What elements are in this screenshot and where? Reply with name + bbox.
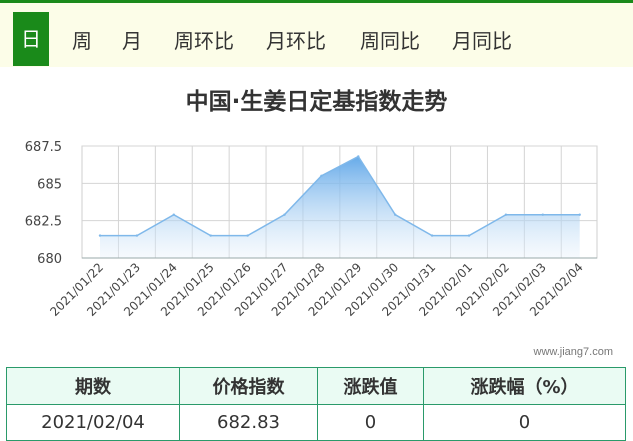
data-point xyxy=(98,234,102,237)
table-header-row: 期数 价格指数 涨跌值 涨跌幅（%） xyxy=(6,367,626,405)
data-point xyxy=(394,213,397,216)
data-point xyxy=(283,213,286,216)
header-change-value: 涨跌值 xyxy=(317,367,424,405)
y-tick-label: 682.5 xyxy=(25,215,62,230)
header-period: 期数 xyxy=(6,367,180,405)
cell-period: 2021/02/04 xyxy=(6,404,180,441)
data-point xyxy=(209,234,212,237)
y-tick-label: 687.5 xyxy=(25,140,62,155)
cell-price-index: 682.83 xyxy=(179,404,318,441)
data-point xyxy=(504,213,508,216)
data-point xyxy=(172,213,175,216)
y-tick-label: 685 xyxy=(37,177,62,192)
data-point xyxy=(430,234,434,237)
data-point xyxy=(541,213,544,216)
table-row: 2021/02/04 682.83 0 0 xyxy=(6,404,626,441)
data-point xyxy=(135,234,139,237)
data-point xyxy=(578,213,581,216)
data-point xyxy=(467,234,471,237)
header-change-rate: 涨跌幅（%） xyxy=(423,367,626,405)
cell-change-rate: 0 xyxy=(423,404,626,441)
data-point xyxy=(246,234,249,237)
header-price-index: 价格指数 xyxy=(179,367,318,405)
cell-change-value: 0 xyxy=(317,404,424,441)
site-watermark: www.jiang7.com xyxy=(533,346,613,358)
price-index-table: 期数 价格指数 涨跌值 涨跌幅（%） 2021/02/04 682.83 0 0 xyxy=(6,367,626,441)
data-point xyxy=(357,155,360,158)
data-point xyxy=(320,174,323,178)
y-tick-label: 680 xyxy=(37,252,62,267)
